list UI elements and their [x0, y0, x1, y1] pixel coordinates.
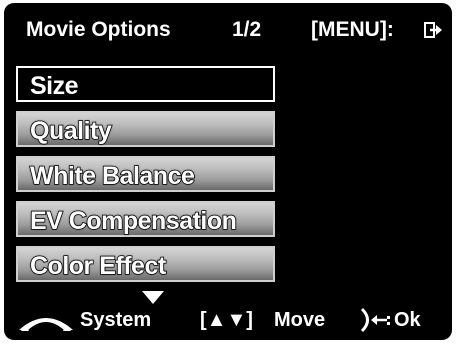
dial-icon — [19, 318, 73, 331]
menu-item-quality[interactable]: Quality — [16, 111, 275, 147]
menu-item-white-balance[interactable]: White Balance — [16, 156, 275, 192]
menu-item-label: Size — [30, 72, 79, 100]
camera-menu-screen: Movie Options 1/2 [MENU]: Size Quality W… — [4, 3, 452, 340]
menu-item-ev-compensation[interactable]: EV Compensation — [16, 201, 275, 237]
menu-header: Movie Options 1/2 [MENU]: — [4, 3, 452, 55]
menu-item-size[interactable]: Size — [16, 66, 275, 102]
scroll-down-arrow-icon[interactable] — [142, 291, 164, 305]
move-keys-label: [▲▼] — [200, 309, 253, 331]
page-indicator: 1/2 — [232, 18, 262, 41]
menu-list: Size Quality White Balance EV Compensati… — [16, 66, 279, 291]
system-label: System — [80, 309, 152, 331]
menu-item-label: White Balance — [29, 161, 195, 191]
menu-item-label: Color Effect — [29, 251, 167, 281]
ok-label: Ok — [394, 309, 421, 331]
menu-exit-hint: [MENU]: — [311, 18, 394, 41]
exit-arrow-icon[interactable] — [424, 21, 444, 39]
menu-footer: System [▲▼] Move Ok — [4, 291, 452, 340]
menu-item-label: EV Compensation — [29, 206, 237, 236]
move-label: Move — [274, 309, 326, 331]
ok-button-icon — [360, 307, 390, 333]
menu-item-color-effect[interactable]: Color Effect — [16, 246, 275, 282]
menu-title: Movie Options — [26, 18, 171, 41]
menu-item-label: Quality — [29, 116, 112, 146]
